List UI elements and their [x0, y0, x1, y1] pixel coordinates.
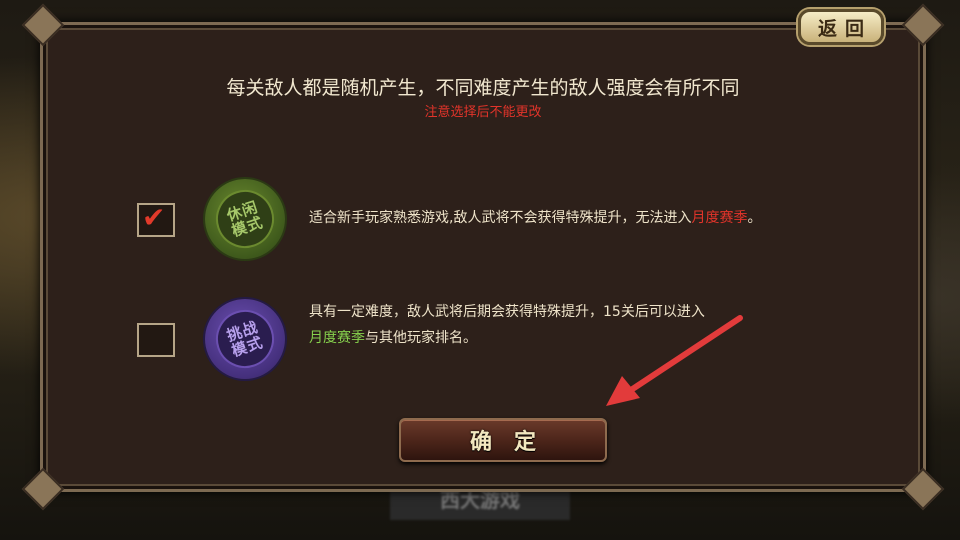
option-challenge-mode[interactable]: 挑战模式 具有一定难度，敌人武将后期会获得特殊提升，15关后可以进入 月度赛季与其… — [133, 295, 893, 385]
difficulty-dialog: 每关敌人都是随机产生，不同难度产生的敌人强度会有所不同 注意选择后不能更改 ✔ … — [21, 3, 945, 511]
casual-mode-description: 适合新手玩家熟悉游戏,敌人武将不会获得特殊提升，无法进入月度赛季。 — [309, 210, 762, 226]
casual-mode-badge-text: 休闲模式 — [224, 197, 266, 241]
challenge-mode-badge-text: 挑战模式 — [224, 317, 266, 361]
challenge-mode-description: 具有一定难度，敌人武将后期会获得特殊提升，15关后可以进入 月度赛季与其他玩家排名… — [309, 304, 705, 346]
casual-mode-badge-icon: 休闲模式 — [205, 179, 285, 259]
checkmark-icon: ✔ — [142, 201, 166, 234]
option-casual-mode[interactable]: ✔ 休闲模式 适合新手玩家熟悉游戏,敌人武将不会获得特殊提升，无法进入月度赛季。 — [133, 175, 893, 265]
warning-text: 注意选择后不能更改 — [424, 105, 542, 120]
monthly-season-highlight: 月度赛季 — [309, 330, 365, 346]
back-button-label: 返回 — [817, 17, 872, 40]
confirm-button[interactable]: 确定 — [399, 418, 607, 462]
back-button[interactable]: 返回 — [798, 9, 884, 45]
confirm-button-label: 确定 — [469, 430, 558, 455]
monthly-season-highlight: 月度赛季 — [691, 210, 748, 226]
casual-mode-checkbox[interactable]: ✔ — [137, 201, 175, 237]
challenge-mode-checkbox[interactable] — [137, 323, 175, 357]
dialog-title: 每关敌人都是随机产生，不同难度产生的敌人强度会有所不同 — [226, 77, 740, 99]
challenge-mode-badge-icon: 挑战模式 — [205, 299, 285, 379]
